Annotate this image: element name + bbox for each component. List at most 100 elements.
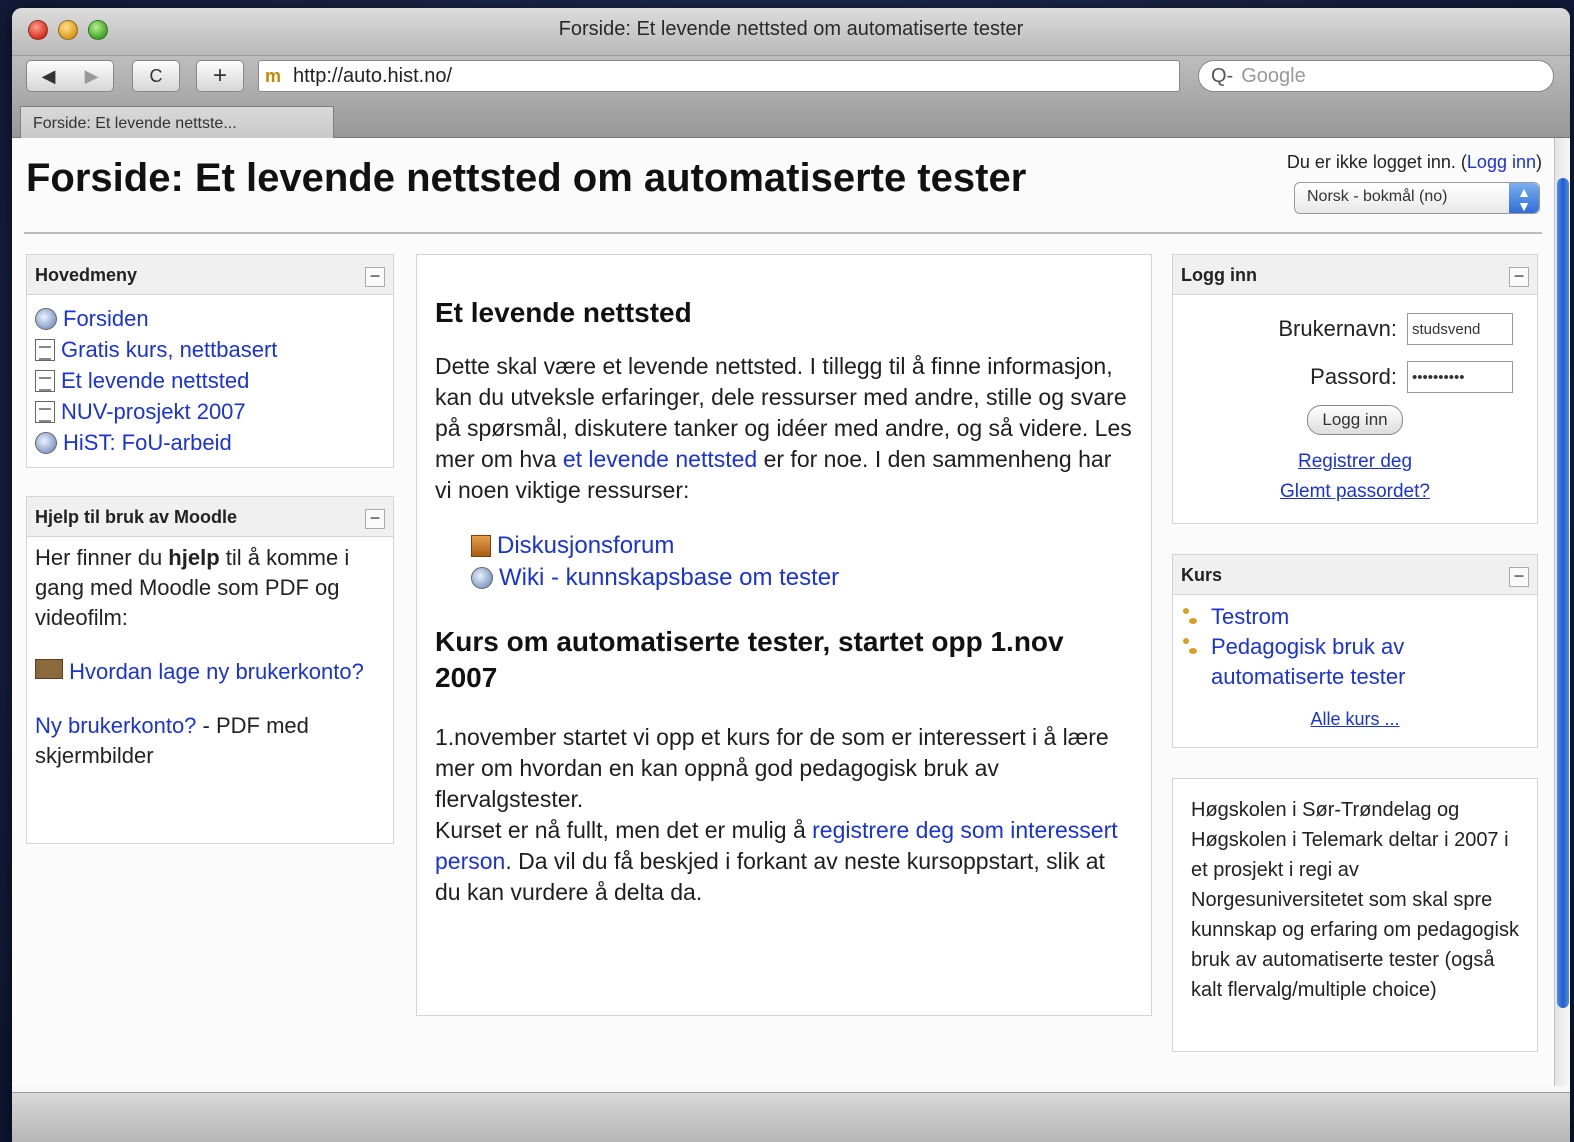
course-list: Testrom Pedagogisk bruk av automatiserte… — [1173, 595, 1537, 692]
help-heading: Hjelp til bruk av Moodle — [35, 507, 238, 527]
url-text: http://auto.hist.no/ — [293, 64, 452, 87]
course-item: Pedagogisk bruk av automatiserte tester — [1181, 632, 1537, 692]
reload-button[interactable]: C — [132, 60, 180, 92]
browser-window: Forside: Et levende nettsted om automati… — [12, 8, 1570, 1142]
center-content: Et levende nettsted Dette skal være et l… — [416, 254, 1152, 1016]
password-row: Passord: — [1310, 361, 1513, 393]
section-heading: Et levende nettsted — [435, 297, 692, 328]
menu-item-hist-fou: HiST: FoU-arbeid — [35, 427, 393, 458]
login-heading: Logg inn — [1181, 265, 1257, 285]
course-icon — [1181, 636, 1205, 658]
video-help-link[interactable]: Hvordan lage ny brukerkonto? — [69, 659, 364, 684]
menu-link[interactable]: Et levende nettsted — [61, 365, 249, 396]
menu-item-gratis-kurs: Gratis kurs, nettbasert — [35, 334, 393, 365]
course-item: Testrom — [1181, 601, 1537, 632]
help-intro-text: Her finner du — [35, 545, 169, 570]
login-status-suffix: ) — [1536, 152, 1542, 172]
resource-item: Wiki - kunnskapsbase om tester — [471, 562, 1133, 594]
courses-header: Kurs – — [1173, 555, 1537, 595]
scrollbar-thumb[interactable] — [1557, 178, 1569, 1008]
menu-item-forsiden: Forsiden — [35, 303, 393, 334]
globe-icon — [35, 307, 57, 330]
intro-paragraph: Dette skal være et levende nettsted. I t… — [435, 351, 1133, 506]
username-input[interactable] — [1407, 313, 1513, 345]
header-divider — [24, 232, 1542, 234]
main-menu-block: Hovedmeny – Forsiden Gratis kurs, nettba… — [26, 254, 394, 468]
browser-toolbar: ◀ ▶ C + m http://auto.hist.no/ Q- Google — [12, 56, 1570, 100]
plus-icon: + — [212, 62, 227, 89]
username-label: Brukernavn: — [1278, 316, 1397, 341]
info-block: Høgskolen i Sør-Trøndelag og Høgskolen i… — [1172, 778, 1538, 1052]
reload-icon: C — [149, 65, 163, 86]
window-title: Forside: Et levende nettsted om automati… — [558, 18, 1024, 40]
collapse-icon[interactable]: – — [365, 266, 385, 287]
globe-icon — [35, 431, 57, 454]
page-icon — [35, 400, 55, 423]
main-menu-header: Hovedmeny – — [27, 255, 393, 295]
menu-link[interactable]: HiST: FoU-arbeid — [63, 427, 232, 458]
login-status: Du er ikke logget inn. (Logg inn) — [1287, 152, 1542, 173]
language-value: Norsk - bokmål (no) — [1307, 188, 1448, 205]
title-bar: Forside: Et levende nettsted om automati… — [12, 8, 1570, 56]
login-status-prefix: Du er ikke logget inn. ( — [1286, 152, 1467, 172]
resource-list: Diskusjonsforum Wiki - kunnskapsbase om … — [471, 530, 1133, 594]
address-bar[interactable]: m http://auto.hist.no/ — [258, 60, 1180, 92]
paragraph-text: . Da vil du få beskjed i forkant av nest… — [435, 848, 1105, 905]
select-arrows-icon: ▲ ▼ — [1509, 183, 1539, 213]
all-courses-link[interactable]: Alle kurs ... — [1173, 709, 1537, 730]
resource-item: Diskusjonsforum — [471, 530, 1133, 562]
login-header: Logg inn – — [1173, 255, 1537, 295]
wiki-link[interactable]: Wiki - kunnskapsbase om tester — [499, 562, 839, 594]
courses-block: Kurs – Testrom Pedagogisk bruk av automa… — [1172, 554, 1538, 748]
course-icon — [1181, 605, 1205, 628]
page-content: Forside: Et levende nettsted om automati… — [12, 138, 1570, 1086]
main-menu-heading: Hovedmeny — [35, 265, 138, 285]
help-intro-bold: hjelp — [168, 545, 220, 570]
menu-item-levende-nettsted: Et levende nettsted — [35, 365, 393, 396]
pdf-help-link[interactable]: Ny brukerkonto? — [35, 713, 196, 738]
password-label: Passord: — [1310, 364, 1397, 389]
course-paragraph: 1.november startet vi opp et kurs for de… — [435, 722, 1133, 908]
forward-arrow-icon[interactable]: ▶ — [85, 66, 99, 87]
main-menu-list: Forsiden Gratis kurs, nettbasert Et leve… — [27, 295, 393, 458]
site-favicon-icon: m — [265, 66, 282, 86]
course-link[interactable]: Testrom — [1211, 601, 1289, 632]
username-row: Brukernavn: — [1278, 313, 1513, 345]
search-field[interactable]: Q- Google — [1198, 60, 1554, 92]
paragraph-text: 1.november startet vi opp et kurs for de… — [435, 724, 1109, 812]
header-login-link[interactable]: Logg inn — [1467, 152, 1536, 172]
help-block: Hjelp til bruk av Moodle – Her finner du… — [26, 496, 394, 844]
section-heading: Kurs om automatiserte tester, startet op… — [435, 626, 1064, 693]
menu-item-nuv-prosjekt: NUV-prosjekt 2007 — [35, 396, 393, 427]
collapse-icon[interactable]: – — [1509, 266, 1529, 287]
login-button[interactable]: Logg inn — [1307, 405, 1403, 435]
collapse-icon[interactable]: – — [365, 508, 385, 529]
help-header: Hjelp til bruk av Moodle – — [27, 497, 393, 537]
forum-link[interactable]: Diskusjonsforum — [497, 530, 674, 562]
menu-link[interactable]: NUV-prosjekt 2007 — [61, 396, 246, 427]
page-title: Forside: Et levende nettsted om automati… — [26, 156, 1027, 200]
course-link[interactable]: Pedagogisk bruk av automatiserte tester — [1211, 632, 1451, 692]
forum-icon — [471, 535, 491, 557]
page-icon — [35, 338, 55, 361]
menu-link[interactable]: Forsiden — [63, 303, 149, 334]
back-arrow-icon[interactable]: ◀ — [42, 66, 56, 87]
search-icon: Q- — [1211, 64, 1234, 87]
help-video: Hvordan lage ny brukerkonto? — [27, 651, 393, 693]
tab-active[interactable]: Forside: Et levende nettste... — [20, 106, 334, 138]
forgot-password-link[interactable]: Glemt passordet? — [1173, 481, 1537, 503]
page-icon — [35, 369, 55, 392]
language-select[interactable]: Norsk - bokmål (no) ▲ ▼ — [1294, 182, 1540, 214]
help-pdf: Ny brukerkonto? - PDF med skjermbilder — [27, 705, 393, 777]
info-text: Høgskolen i Sør-Trøndelag og Høgskolen i… — [1191, 799, 1519, 1001]
collapse-icon[interactable]: – — [1509, 566, 1529, 587]
menu-link[interactable]: Gratis kurs, nettbasert — [61, 334, 277, 365]
courses-heading: Kurs — [1181, 565, 1223, 585]
film-icon — [35, 659, 63, 679]
register-link[interactable]: Registrer deg — [1173, 451, 1537, 473]
paragraph-text: Kurset er nå fullt, men det er mulig å — [435, 817, 813, 843]
new-tab-button[interactable]: + — [196, 60, 244, 92]
vertical-scrollbar[interactable] — [1554, 138, 1570, 1086]
levende-nettsted-link[interactable]: et levende nettsted — [563, 446, 757, 472]
password-input[interactable] — [1407, 361, 1513, 393]
